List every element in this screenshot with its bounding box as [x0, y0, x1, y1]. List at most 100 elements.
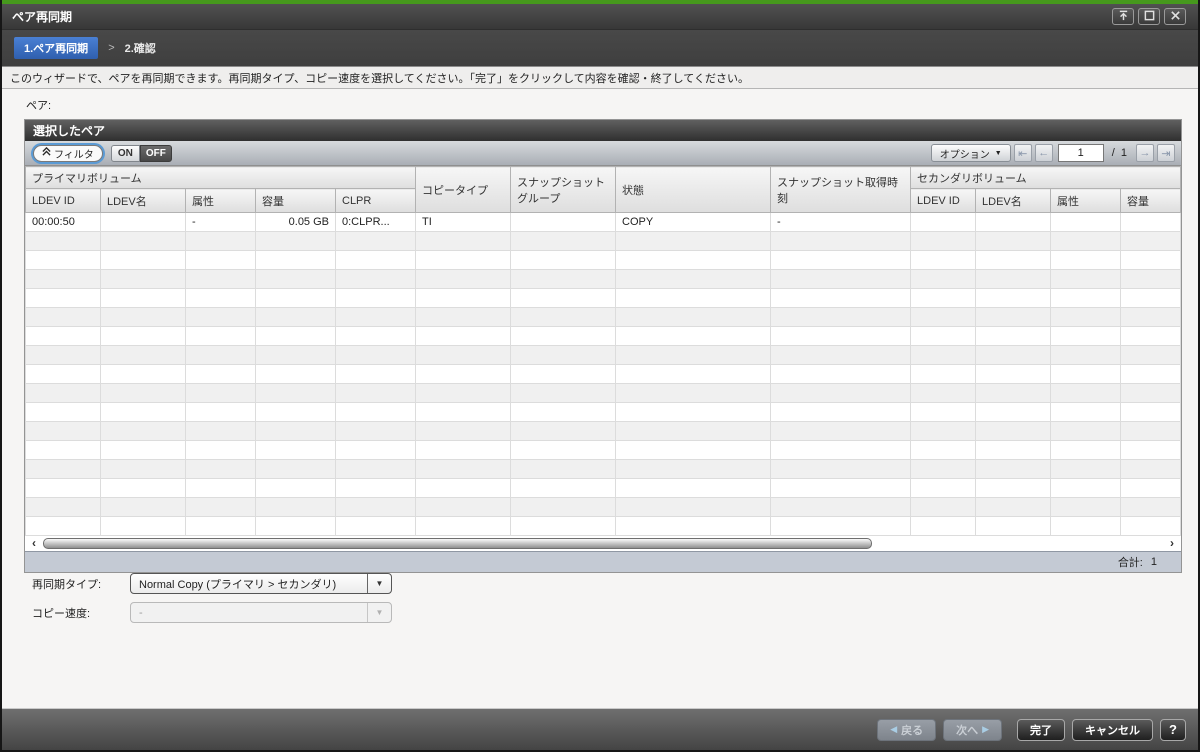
- table-row: [25, 478, 1181, 498]
- empty-cell: [1050, 326, 1122, 346]
- scrollbar-track[interactable]: [43, 538, 1163, 549]
- empty-cell: [100, 383, 186, 403]
- empty-cell: [185, 307, 256, 327]
- finish-button[interactable]: 完了: [1017, 718, 1066, 741]
- step-1-pair-resync[interactable]: 1.ペア再同期: [14, 37, 99, 59]
- filter-on-button[interactable]: ON: [110, 144, 140, 162]
- col-status[interactable]: 状態: [615, 166, 772, 213]
- cell-secondary-ldev-id: [910, 212, 977, 232]
- empty-cell: [975, 364, 1052, 384]
- col-primary-ldev-name[interactable]: LDEV名: [100, 188, 186, 213]
- chevron-down-icon: ▼: [367, 574, 391, 593]
- back-button: ◀ 戻る: [877, 718, 937, 741]
- copy-pace-row: コピー速度: - ▼: [32, 602, 1198, 623]
- empty-cell: [975, 269, 1052, 289]
- close-button[interactable]: [1164, 8, 1186, 25]
- help-button[interactable]: ?: [1160, 718, 1186, 741]
- empty-cell: [910, 288, 977, 308]
- col-primary-attribute[interactable]: 属性: [185, 188, 256, 213]
- col-secondary-ldev-name[interactable]: LDEV名: [975, 188, 1052, 213]
- empty-cell: [1120, 345, 1181, 365]
- empty-cell: [100, 250, 186, 270]
- col-secondary-attribute[interactable]: 属性: [1050, 188, 1122, 213]
- empty-cell: [1050, 364, 1122, 384]
- empty-cell: [770, 478, 912, 498]
- empty-cell: [1120, 402, 1181, 422]
- scroll-right-arrow[interactable]: ›: [1166, 537, 1178, 549]
- empty-cell: [185, 269, 256, 289]
- col-copy-type[interactable]: コピータイプ: [415, 166, 512, 213]
- empty-cell: [25, 478, 101, 498]
- resync-type-row: 再同期タイプ: Normal Copy (プライマリ > セカンダリ) ▼: [32, 573, 1198, 594]
- empty-cell: [615, 516, 772, 536]
- empty-cell: [910, 231, 977, 251]
- empty-cell: [25, 440, 101, 460]
- empty-cell: [770, 402, 912, 422]
- empty-cell: [1050, 516, 1122, 536]
- empty-cell: [100, 364, 186, 384]
- empty-cell: [185, 288, 256, 308]
- cancel-button[interactable]: キャンセル: [1072, 718, 1154, 741]
- empty-cell: [975, 307, 1052, 327]
- empty-cell: [910, 326, 977, 346]
- empty-cell: [255, 307, 336, 327]
- next-button-label: 次へ: [956, 724, 979, 737]
- close-icon: [1170, 8, 1181, 26]
- col-secondary-ldev-id[interactable]: LDEV ID: [910, 188, 977, 213]
- empty-cell: [975, 288, 1052, 308]
- options-button[interactable]: オプション ▼: [930, 144, 1011, 162]
- empty-cell: [415, 250, 512, 270]
- page-separator: /: [1111, 147, 1115, 159]
- empty-cell: [100, 497, 186, 517]
- empty-cell: [770, 345, 912, 365]
- col-group-secondary-volume: セカンダリボリューム: [910, 166, 1181, 189]
- empty-cell: [1120, 459, 1181, 479]
- col-primary-capacity[interactable]: 容量: [255, 188, 336, 213]
- empty-cell: [185, 402, 256, 422]
- empty-cell: [255, 516, 336, 536]
- empty-cell: [1050, 307, 1122, 327]
- scrollbar-thumb[interactable]: [43, 538, 872, 549]
- empty-cell: [510, 459, 617, 479]
- rollup-button[interactable]: [1112, 8, 1134, 25]
- empty-cell: [975, 459, 1052, 479]
- table-row: [25, 307, 1181, 327]
- table-row: [25, 231, 1181, 251]
- page-input[interactable]: [1057, 144, 1104, 162]
- empty-cell: [255, 364, 336, 384]
- empty-cell: [770, 269, 912, 289]
- empty-cell: [510, 269, 617, 289]
- maximize-button[interactable]: [1138, 8, 1160, 25]
- scroll-left-arrow[interactable]: ‹: [28, 537, 40, 549]
- empty-cell: [770, 383, 912, 403]
- col-snapshot-group[interactable]: スナップショットグループ: [510, 166, 617, 213]
- total-bar: 合計: 1: [25, 551, 1181, 572]
- empty-cell: [510, 421, 617, 441]
- empty-cell: [255, 250, 336, 270]
- empty-cell: [975, 440, 1052, 460]
- page-count: / 1: [1112, 147, 1127, 159]
- col-snapshot-time[interactable]: スナップショット取得時刻: [770, 166, 912, 213]
- col-primary-clpr[interactable]: CLPR: [334, 188, 417, 213]
- table-toolbar: フィルタ ON OFF オプション ▼ ⇤ ← / 1 → ⇥: [25, 141, 1181, 166]
- col-primary-ldev-id[interactable]: LDEV ID: [25, 188, 101, 213]
- col-secondary-capacity[interactable]: 容量: [1120, 188, 1181, 213]
- filter-button[interactable]: フィルタ: [33, 144, 103, 162]
- cell-secondary-capacity: [1120, 212, 1181, 232]
- empty-cell: [185, 383, 256, 403]
- empty-cell: [770, 326, 912, 346]
- empty-cell: [415, 497, 512, 517]
- empty-cell: [1050, 440, 1122, 460]
- filter-off-button[interactable]: OFF: [139, 144, 172, 162]
- empty-cell: [615, 478, 772, 498]
- empty-cell: [975, 497, 1052, 517]
- selected-pairs-table: 選択したペア フィルタ ON OFF オプション ▼ ⇤ ← /: [24, 119, 1182, 573]
- empty-cell: [334, 345, 417, 365]
- pair-row[interactable]: 00:00:50 - 0.05 GB 0:CLPR... TI COPY -: [25, 212, 1181, 232]
- empty-cell: [185, 364, 256, 384]
- empty-cell: [975, 402, 1052, 422]
- resync-type-select[interactable]: Normal Copy (プライマリ > セカンダリ) ▼: [130, 573, 392, 594]
- resync-type-value: Normal Copy (プライマリ > セカンダリ): [139, 578, 337, 591]
- table-row: [25, 364, 1181, 384]
- empty-cell: [185, 345, 256, 365]
